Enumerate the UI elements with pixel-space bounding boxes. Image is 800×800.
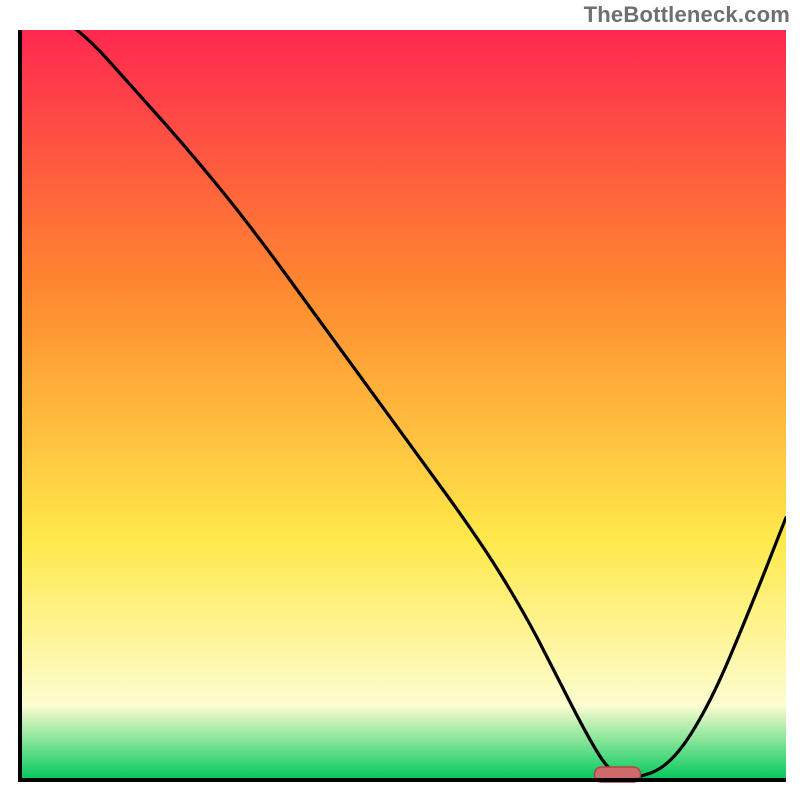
gradient-background [20, 30, 786, 780]
bottleneck-chart [0, 0, 800, 800]
watermark-text: TheBottleneck.com [584, 2, 790, 28]
